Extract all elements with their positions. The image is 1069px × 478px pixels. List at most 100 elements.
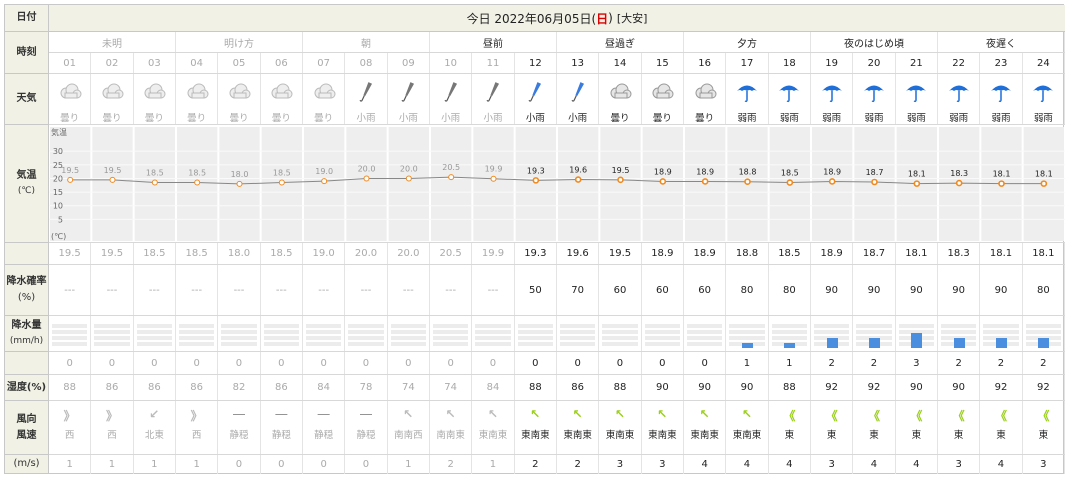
weather-label-text: 天気	[16, 93, 37, 104]
temp-value: 18.5	[185, 248, 208, 259]
temp-value: 18.3	[947, 248, 970, 259]
humidity-cell: 86	[557, 375, 600, 400]
rain-amount-value: 0	[108, 357, 116, 369]
rain-amount-value: 3	[913, 357, 920, 369]
wind-arrow-icon: 《	[910, 409, 923, 423]
weather-label: 曇り	[144, 113, 164, 124]
weather-label: 弱雨	[949, 113, 969, 124]
hour-cell: 13	[557, 53, 600, 73]
rain-amount-value: 2	[997, 357, 1005, 369]
rain-amount-value: 0	[320, 357, 327, 369]
hour-cell: 07	[303, 53, 346, 73]
temp-cell: 19.6	[557, 243, 600, 264]
cloud-icon	[692, 79, 718, 108]
temp-value: 18.1	[905, 248, 928, 259]
rain-prob-value: ---	[318, 284, 330, 296]
rain-amount-cell: 0	[642, 352, 684, 374]
rain-prob-value: 90	[867, 284, 881, 296]
open-umbrella-icon	[903, 79, 929, 108]
rain-bar-cell	[853, 316, 896, 351]
rain-bar-bg	[687, 322, 723, 348]
temp-point	[448, 174, 455, 181]
rain-bar-bg	[433, 322, 469, 348]
weather-cell: 弱雨	[811, 74, 854, 124]
wind-cell: ↖ 東南東	[642, 401, 684, 454]
period-cell: 昼前	[430, 32, 557, 52]
hour-row: 01 02 03 04 05 06 07 08 09 10 11 12 13 14 15 16 17 18 19 20…	[49, 53, 1065, 74]
temp-cell: 18.8	[726, 243, 769, 264]
cloud-icon	[268, 79, 294, 108]
chart-column-bg	[473, 127, 514, 241]
humidity-value: 86	[571, 382, 585, 393]
rain-prob-cell: 90	[896, 265, 938, 315]
humidity-value: 90	[909, 382, 923, 393]
wind-arrow-icon: ―	[232, 407, 245, 421]
wind-dir-label-text: 風向	[16, 413, 37, 425]
weather-cell: 小雨	[472, 74, 515, 124]
weather-label: 小雨	[398, 113, 418, 124]
wind-dir-label: 東	[784, 430, 795, 441]
hour-cell: 19	[811, 53, 854, 73]
wind-speed-cell: 1	[91, 455, 134, 474]
humidity-cell: 86	[176, 375, 219, 400]
rain-prob-cell: ---	[345, 265, 388, 315]
wind-speed-cell: 3	[599, 455, 642, 474]
y-tick-label: 10	[53, 202, 63, 211]
humidity-cell: 88	[49, 375, 92, 400]
rain-prob-value: ---	[445, 284, 457, 296]
hour-label: 21	[909, 57, 923, 69]
wind-cell: ↙ 北東	[134, 401, 176, 454]
wind-cell: 《東	[769, 401, 811, 454]
temp-value: 18.0	[227, 248, 251, 259]
hour-cell: 10	[430, 53, 473, 73]
hour-cell: 14	[599, 53, 642, 73]
rain-bar-bg	[644, 322, 680, 348]
hour-cell: 11	[472, 53, 515, 73]
cloud-icon	[226, 79, 252, 108]
cloud-icon	[141, 79, 167, 108]
humidity-cell: 86	[91, 375, 134, 400]
wind-dir-label: 東	[869, 430, 879, 441]
humidity-value: 84	[486, 382, 500, 393]
temp-cell: 18.1	[896, 243, 938, 264]
temp-point	[490, 175, 497, 182]
hour-label: 24	[1036, 57, 1050, 69]
wind-dir-label: 東南東	[648, 430, 677, 441]
chart-column-bg	[515, 127, 556, 241]
rain-amount-cell: 0	[684, 352, 727, 374]
wind-arrow-icon: ↖	[572, 407, 583, 421]
humidity-cell: 82	[218, 375, 261, 400]
rain-amount-cell: 0	[91, 352, 134, 374]
rain-amount-value: 2	[955, 357, 962, 369]
temp-data-label: 18.5	[146, 169, 164, 178]
y-tick-label: 20	[53, 174, 63, 183]
wind-dir-label: 東南東	[690, 430, 719, 441]
wind-cell: 《東	[896, 401, 938, 454]
hour-label: 04	[190, 57, 204, 69]
wind-dir-label: 東南東	[563, 430, 592, 441]
rain-prob-value: 60	[655, 284, 669, 296]
rain-prob-value: ---	[487, 284, 499, 296]
wind-label: 風向 風速	[5, 401, 49, 455]
humidity-value: 86	[147, 382, 161, 393]
wind-arrow-icon: 《	[952, 409, 965, 423]
weather-cell: 曇り	[303, 74, 346, 124]
cloud-icon	[311, 79, 337, 108]
temp-data-label: 18.9	[696, 167, 714, 176]
wind-speed-value: 1	[489, 459, 497, 470]
hour-cell: 20	[853, 53, 896, 73]
weather-label: 曇り	[187, 113, 207, 124]
humidity-row: 88 86 86 86 82 86 84 78 74 74 84 88 86 88 90 90 90 88 92 92…	[49, 375, 1065, 401]
hour-cell: 03	[134, 53, 176, 73]
wind-speed-cell: 2	[557, 455, 600, 474]
period-cell: 夜遅く	[938, 32, 1065, 52]
temp-cell: 19.5	[49, 243, 92, 264]
temp-cell: 18.3	[938, 243, 981, 264]
wind-speed-cell: 3	[642, 455, 684, 474]
temp-data-label: 18.1	[993, 170, 1011, 179]
rain-amount-cell: 2	[938, 352, 981, 374]
wind-speed-cell: 4	[980, 455, 1023, 474]
rain-prob-cell: ---	[430, 265, 473, 315]
wind-speed-row: 1 1 1 1 0 0 0 0 1 2 1 2 2 3 3 4 4 4 3 4 4 3 4 3	[49, 455, 1065, 474]
humidity-cell: 90	[642, 375, 684, 400]
